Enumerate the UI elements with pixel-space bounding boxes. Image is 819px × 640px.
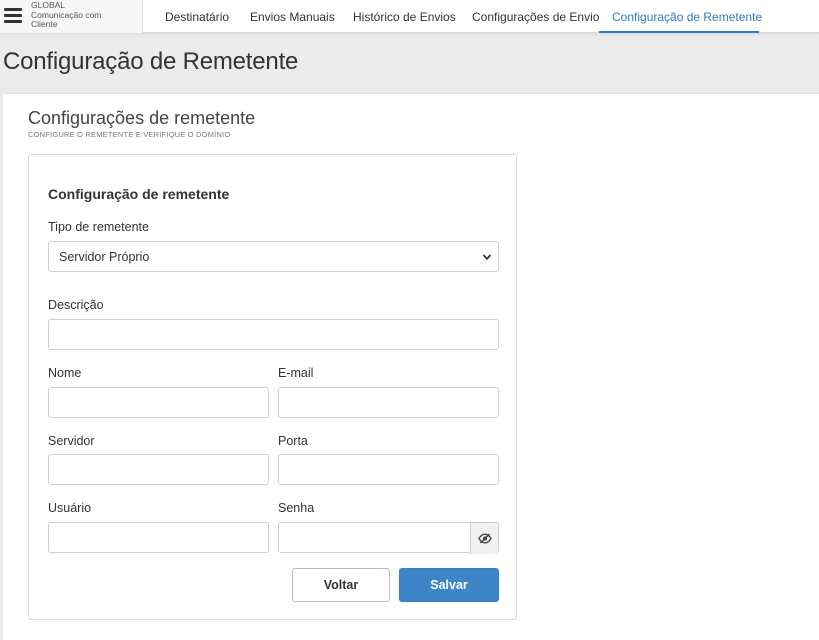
descricao-label: Descrição — [48, 298, 104, 312]
email-label: E-mail — [278, 366, 314, 380]
nome-label: Nome — [48, 366, 82, 380]
tipo-remetente-value: Servidor Próprio — [59, 250, 150, 264]
brand-line-3: Cliente — [31, 19, 58, 30]
nav-item-envios-manuais[interactable]: Envios Manuais — [250, 0, 335, 33]
card-title: Configuração de remetente — [48, 186, 230, 202]
nav-item-configuracao-de-remetente[interactable]: Configuração de Remetente — [612, 0, 762, 33]
porta-input[interactable] — [278, 454, 499, 485]
voltar-button[interactable]: Voltar — [292, 568, 390, 602]
brand-name: GLOBAL Comunicação com Cliente — [31, 0, 101, 30]
section-title: Configurações de remetente — [28, 108, 256, 128]
toggle-password-button[interactable] — [470, 523, 498, 554]
brand-area: GLOBAL Comunicação com Cliente — [0, 0, 143, 33]
tipo-remetente-label: Tipo de remetente — [48, 220, 149, 234]
sender-config-card: Configuração de remetente Tipo de remete… — [28, 154, 517, 620]
servidor-input[interactable] — [48, 454, 269, 485]
page-title: Configuração de Remetente — [3, 48, 299, 75]
content-panel: Configurações de remetente CONFIGURE O R… — [3, 93, 819, 640]
servidor-label: Servidor — [48, 434, 95, 448]
nav-item-historico-de-envios[interactable]: Histórico de Envios — [353, 0, 456, 33]
tipo-remetente-select[interactable]: Servidor Próprio — [48, 241, 499, 272]
senha-label: Senha — [278, 501, 315, 515]
nav-item-configuracoes-de-envio[interactable]: Configurações de Envio — [472, 0, 599, 33]
section-subtitle: CONFIGURE O REMETENTE E VERIFIQUE O DOMÍ… — [28, 130, 231, 139]
descricao-input[interactable] — [48, 319, 499, 350]
nav-item-destinatario[interactable]: Destinatário — [165, 0, 229, 33]
nome-input[interactable] — [48, 387, 269, 418]
eye-slash-icon — [478, 533, 492, 544]
senha-input[interactable] — [278, 522, 499, 554]
hamburger-icon[interactable] — [4, 8, 22, 23]
porta-label: Porta — [278, 434, 308, 448]
salvar-button[interactable]: Salvar — [399, 568, 499, 602]
active-tab-indicator — [599, 31, 759, 33]
usuario-input[interactable] — [48, 522, 269, 553]
top-bar: GLOBAL Comunicação com Cliente Destinatá… — [0, 0, 819, 33]
email-input[interactable] — [278, 387, 499, 418]
chevron-down-icon — [482, 254, 492, 261]
usuario-label: Usuário — [48, 501, 92, 515]
